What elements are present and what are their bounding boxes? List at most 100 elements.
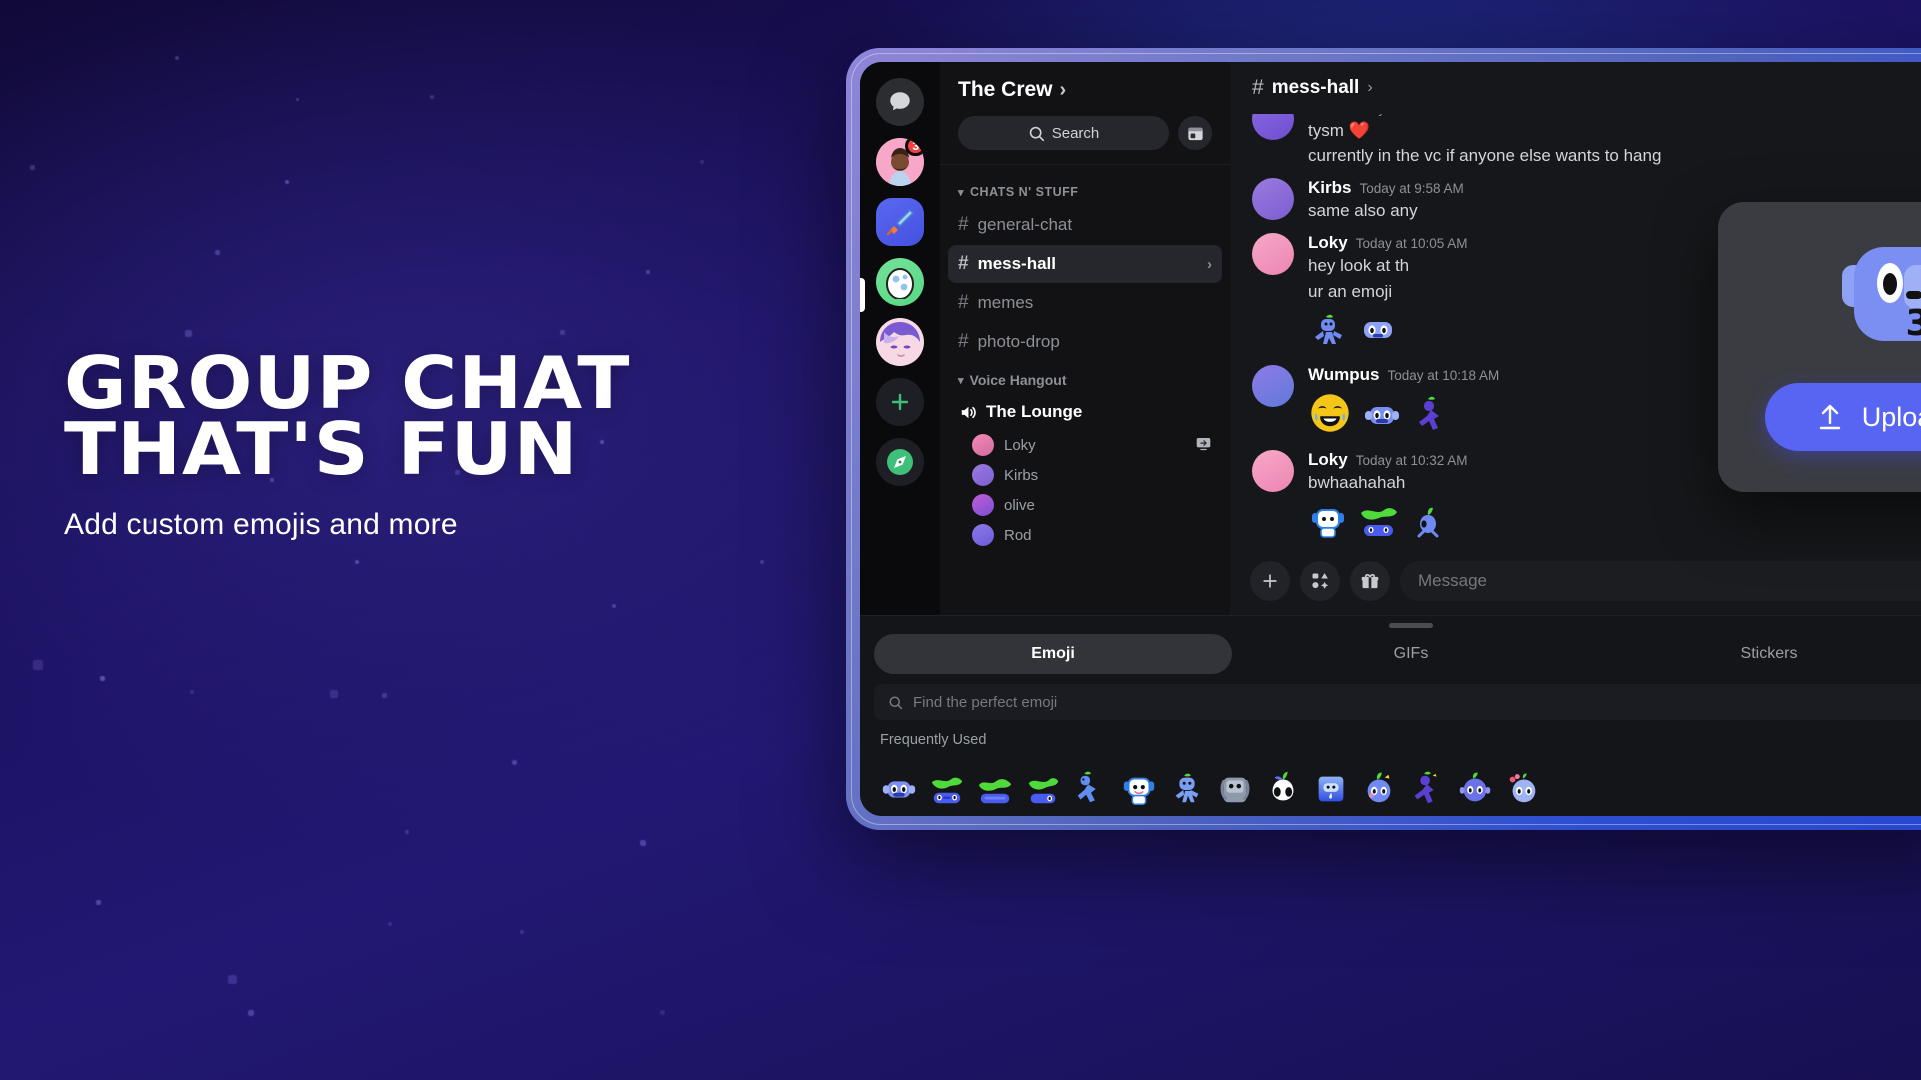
worm-sleep-1-icon bbox=[928, 770, 966, 808]
upload-emoji-button[interactable]: Upload Emoji bbox=[1765, 383, 1921, 451]
message-header: Kirbs Today at 9:58 AM bbox=[1308, 178, 1921, 198]
voice-member-Kirbs[interactable]: Kirbs bbox=[948, 460, 1222, 490]
tablet-device-frame: 3 The Crew › Search ▾ CHATS N' STUFF # g… bbox=[846, 48, 1921, 830]
emoji-search-input[interactable]: Find the perfect emoji bbox=[874, 684, 1921, 720]
voice-channel-label: The Lounge bbox=[986, 402, 1082, 422]
apps-shapes-icon bbox=[1310, 571, 1330, 591]
emoji-cell-wumpus-run-blue[interactable] bbox=[1070, 762, 1112, 808]
message-emoji-wumpus-hoodie[interactable] bbox=[1362, 395, 1402, 440]
picker-tabs: Emoji GIFs Stickers bbox=[874, 634, 1921, 674]
joy-emoji-icon bbox=[1308, 391, 1352, 435]
avatar[interactable] bbox=[1252, 114, 1294, 140]
message-emoji-wumpus-face[interactable] bbox=[1358, 310, 1398, 355]
explore-servers-button[interactable] bbox=[876, 438, 924, 486]
message-emoji-wumpus-dance[interactable] bbox=[1308, 310, 1348, 355]
server-icon-egg[interactable] bbox=[876, 258, 924, 306]
events-button[interactable] bbox=[1178, 116, 1212, 150]
tab-stickers[interactable]: Stickers bbox=[1590, 634, 1921, 674]
add-attachment-button[interactable] bbox=[1250, 561, 1290, 601]
avatar[interactable] bbox=[1252, 178, 1294, 220]
tab-label: Stickers bbox=[1741, 645, 1798, 663]
picker-drag-handle[interactable] bbox=[1389, 623, 1433, 628]
add-server-button[interactable] bbox=[876, 378, 924, 426]
emoji-search-placeholder-label: Find the perfect emoji bbox=[913, 694, 1057, 711]
star-particle bbox=[296, 98, 299, 101]
voice-member-olive[interactable]: olive bbox=[948, 490, 1222, 520]
wumpus-sprout-white-icon bbox=[1264, 770, 1302, 808]
star-particle bbox=[175, 56, 179, 60]
wumpus-run-icon bbox=[1412, 395, 1452, 435]
server-icon-anime[interactable] bbox=[876, 318, 924, 366]
chevron-right-icon: › bbox=[1060, 79, 1067, 102]
upload-arrow-icon bbox=[1814, 401, 1846, 433]
server-icon-sword[interactable] bbox=[876, 198, 924, 246]
message-emoji-green-worm-sleep[interactable] bbox=[1358, 501, 1398, 546]
emoji-cell-wumpus-run-purple[interactable] bbox=[1406, 762, 1448, 808]
avatar[interactable] bbox=[1252, 450, 1294, 492]
worm-sleep-3-icon bbox=[1024, 770, 1062, 808]
message-timestamp: Today at 10:32 AM bbox=[1356, 453, 1468, 468]
apps-button[interactable] bbox=[1300, 561, 1340, 601]
message-author[interactable]: Loky bbox=[1308, 450, 1348, 470]
message-emoji-wumpus-sprout[interactable] bbox=[1408, 501, 1448, 546]
message-composer: Message bbox=[1230, 551, 1921, 615]
emoji-cell-wumpus-sparkle-purple[interactable] bbox=[1454, 762, 1496, 808]
voice-member-Rod[interactable]: Rod bbox=[948, 520, 1222, 550]
search-row: Search bbox=[940, 112, 1230, 164]
chevron-right-icon: › bbox=[1367, 79, 1372, 97]
star-particle bbox=[96, 900, 101, 905]
message-author[interactable]: Loky bbox=[1308, 233, 1348, 253]
wumpus-dance-icon bbox=[1308, 310, 1348, 350]
emoji-cell-wumpus-hoodie-grey[interactable] bbox=[1214, 762, 1256, 808]
avatar[interactable] bbox=[1252, 233, 1294, 275]
screen-share-icon[interactable] bbox=[1195, 435, 1212, 456]
sidebar-channel-memes[interactable]: # memes bbox=[948, 284, 1222, 322]
direct-messages-button[interactable] bbox=[876, 78, 924, 126]
sidebar-channel-general-chat[interactable]: # general-chat bbox=[948, 206, 1222, 244]
svg-text:3: 3 bbox=[1905, 303, 1921, 344]
avatar bbox=[972, 524, 994, 546]
avatar[interactable] bbox=[1252, 365, 1294, 407]
sidebar-channel-photo-drop[interactable]: # photo-drop bbox=[948, 323, 1222, 361]
message-author[interactable]: Rod bbox=[1308, 114, 1341, 118]
gift-button[interactable] bbox=[1350, 561, 1390, 601]
server-header[interactable]: The Crew › bbox=[940, 62, 1230, 112]
tab-gifs[interactable]: GIFs bbox=[1232, 634, 1590, 674]
sidebar-voice-channel[interactable]: The Lounge bbox=[948, 395, 1222, 429]
emoji-cell-worm-sleep-2[interactable] bbox=[974, 762, 1016, 808]
tab-emoji[interactable]: Emoji bbox=[874, 634, 1232, 674]
server-name[interactable]: The Crew › bbox=[958, 78, 1212, 102]
search-icon bbox=[888, 695, 903, 710]
emoji-cell-wumpus-sprout-yellow[interactable] bbox=[1358, 762, 1400, 808]
message-input[interactable]: Message bbox=[1400, 561, 1921, 601]
message-author[interactable]: Wumpus bbox=[1308, 365, 1379, 385]
emoji-cell-wumpus-dance-blue[interactable] bbox=[1166, 762, 1208, 808]
message-author[interactable]: Kirbs bbox=[1308, 178, 1351, 198]
message-emoji-wumpus-run[interactable] bbox=[1412, 395, 1452, 440]
speech-bubble-icon bbox=[887, 89, 913, 115]
channel-label: mess-hall bbox=[978, 254, 1056, 274]
sidebar-channel-mess-hall[interactable]: # mess-hall › bbox=[948, 245, 1222, 283]
emoji-cell-wumpus-flower-blue[interactable] bbox=[1502, 762, 1544, 808]
message-emoji-joy-emoji[interactable] bbox=[1308, 391, 1352, 440]
plus-icon bbox=[888, 390, 912, 414]
star-particle bbox=[520, 930, 524, 934]
search-input[interactable]: Search bbox=[958, 116, 1169, 150]
server-icon-rod[interactable]: 3 bbox=[876, 138, 924, 186]
emoji-cell-worm-sleep-1[interactable] bbox=[926, 762, 968, 808]
wumpus-blue-face-emoji-icon: 3 bbox=[1818, 243, 1921, 361]
upload-emoji-card: 3 Upload Emoji bbox=[1718, 202, 1921, 492]
emoji-cell-wumpus-sprout-white[interactable] bbox=[1262, 762, 1304, 808]
message-emoji-wumpus-robot[interactable] bbox=[1308, 501, 1348, 546]
wumpus-dance-blue-icon bbox=[1168, 770, 1206, 808]
emoji-cell-wumpus-face-blue[interactable] bbox=[878, 762, 920, 808]
emoji-cell-worm-sleep-3[interactable] bbox=[1022, 762, 1064, 808]
emoji-cell-wumpus-robot-headset[interactable] bbox=[1118, 762, 1160, 808]
channel-category-header[interactable]: ▾ Voice Hangout bbox=[940, 362, 1230, 394]
worm-sleep-2-icon bbox=[976, 770, 1014, 808]
channel-category-header[interactable]: ▾ CHATS N' STUFF bbox=[940, 175, 1230, 205]
voice-member-Loky[interactable]: Loky bbox=[948, 430, 1222, 460]
star-particle bbox=[100, 676, 105, 681]
emoji-cell-wumpus-box-blue[interactable] bbox=[1310, 762, 1352, 808]
channel-label: memes bbox=[978, 293, 1034, 313]
